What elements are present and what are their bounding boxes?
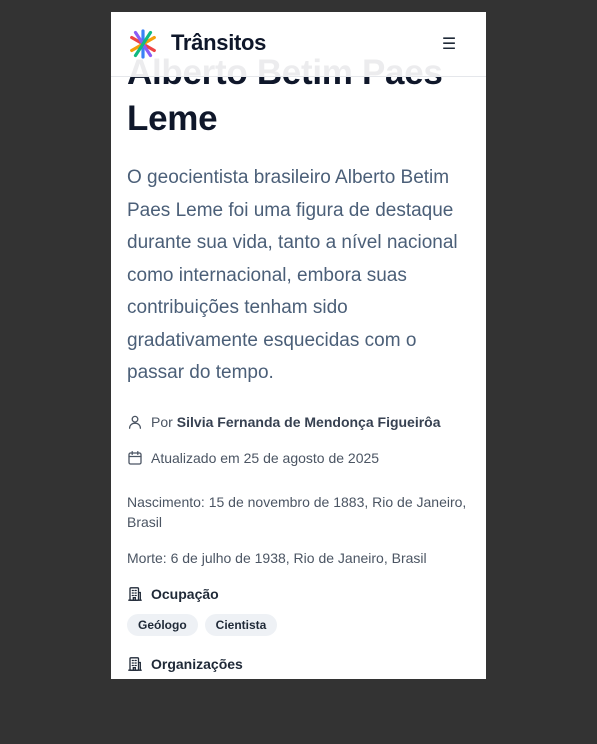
hamburger-icon: ☰ — [441, 36, 457, 53]
occupation-chip[interactable]: Cientista — [204, 613, 278, 636]
author-prefix: Por — [151, 413, 173, 430]
building-icon — [128, 586, 142, 601]
updated-row: Atualizado em 25 de agosto de 2025 — [127, 448, 470, 468]
occupation-heading: Ocupação — [127, 584, 470, 604]
menu-button[interactable]: ☰ — [437, 33, 461, 55]
user-icon — [128, 415, 142, 429]
author-row: Por Silvia Fernanda de Mendonça Figueirô… — [127, 412, 470, 432]
phone-viewport: Alberto Betim Paes Leme O geocientista b… — [111, 12, 486, 679]
birth-fact: Nascimento: 15 de novembro de 1883, Rio … — [127, 493, 467, 530]
occupation-chips: Geólogo Cientista — [127, 613, 470, 636]
site-header: Trânsitos ☰ — [111, 12, 486, 77]
updated-date: Atualizado em 25 de agosto de 2025 — [151, 449, 380, 466]
article-content: Alberto Betim Paes Leme O geocientista b… — [127, 50, 470, 679]
organizations-heading: Organizações — [127, 654, 470, 674]
author-name[interactable]: Silvia Fernanda de Mendonça Figueirôa — [177, 414, 441, 430]
brand-name[interactable]: Trânsitos — [171, 30, 266, 56]
logo-icon[interactable] — [128, 29, 158, 59]
organizations-label: Organizações — [151, 655, 243, 672]
death-fact: Morte: 6 de julho de 1938, Rio de Janeir… — [127, 549, 427, 566]
building-icon — [128, 656, 142, 671]
calendar-icon — [128, 450, 142, 465]
article-lede: O geocientista brasileiro Alberto Betim … — [127, 167, 458, 383]
occupation-chip[interactable]: Geólogo — [127, 613, 198, 636]
occupation-label: Ocupação — [151, 585, 219, 602]
article-meta: Por Silvia Fernanda de Mendonça Figueirô… — [127, 412, 470, 468]
